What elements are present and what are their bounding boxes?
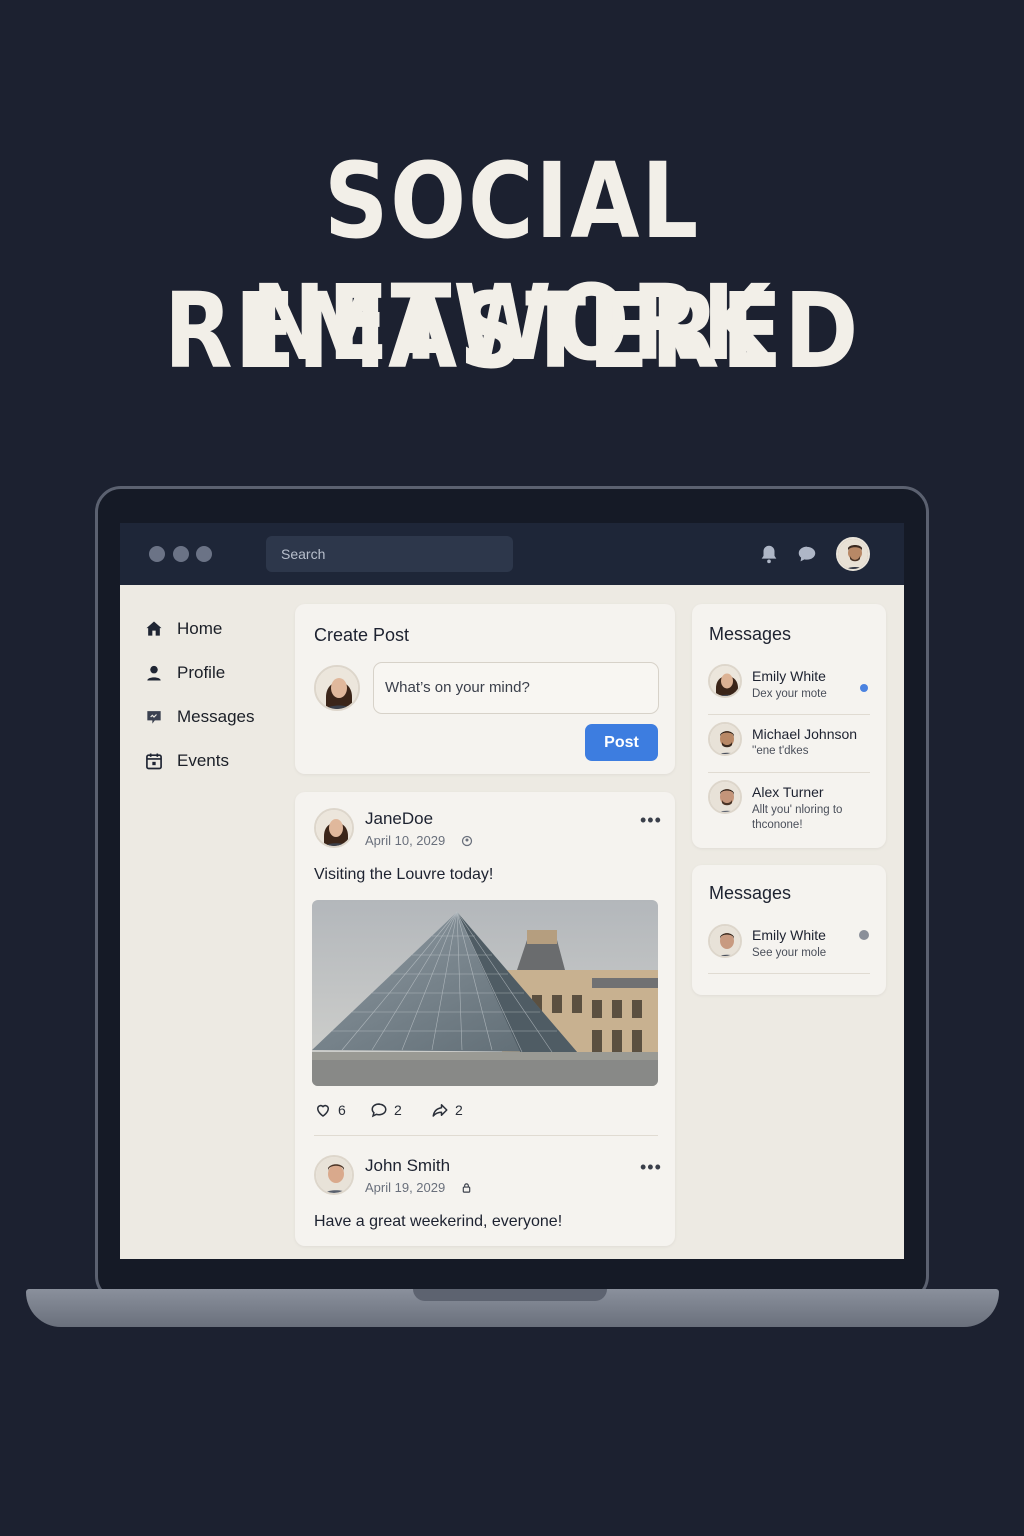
create-post-card: Create Post What’s on your mind? Post — [295, 604, 675, 774]
search-input[interactable]: Search — [266, 536, 513, 572]
sidebar-item-label: Home — [177, 619, 223, 638]
messages-panel-title: Messages — [709, 883, 792, 903]
window-dot-2[interactable] — [173, 546, 189, 562]
sidebar-item-events[interactable]: Events — [144, 751, 229, 771]
post-date: April 19, 2029 — [365, 1180, 446, 1195]
like-button[interactable]: 6 — [314, 1101, 346, 1119]
audience-icon — [461, 835, 473, 847]
read-indicator — [859, 930, 869, 940]
share-button[interactable]: 2 — [431, 1101, 463, 1119]
app-screen: Search Home Profile Messages Events Crea… — [120, 523, 904, 1259]
message-divider — [708, 973, 870, 974]
profile-icon — [147, 665, 161, 681]
post-author-name[interactable]: JaneDoe — [365, 809, 433, 829]
message-sender-name[interactable]: Alex Turner — [752, 784, 824, 800]
post-author-name[interactable]: John Smith — [365, 1156, 450, 1176]
message-avatar[interactable] — [708, 664, 742, 698]
post-button[interactable]: Post — [585, 724, 658, 761]
message-avatar[interactable] — [708, 924, 742, 958]
message-avatar[interactable] — [708, 780, 742, 814]
lock-icon — [462, 1183, 471, 1193]
window-dot-3[interactable] — [196, 546, 212, 562]
message-avatar[interactable] — [708, 722, 742, 756]
more-options-icon[interactable]: ••• — [640, 810, 662, 831]
unread-indicator — [860, 684, 868, 692]
messages-panel-title: Messages — [709, 624, 792, 644]
like-count: 6 — [338, 1102, 346, 1118]
message-divider — [708, 714, 870, 715]
sidebar-item-label: Messages — [177, 707, 255, 726]
create-post-title: Create Post — [314, 625, 410, 645]
composer-avatar — [314, 665, 360, 711]
post-composer-input[interactable]: What’s on your mind? — [373, 662, 659, 714]
message-preview: See your mole — [752, 947, 827, 959]
post-text: Have a great weekerind, everyone! — [314, 1213, 563, 1230]
feed-card: JaneDoe April 10, 2029 ••• Visiting the … — [295, 792, 675, 1246]
laptop-notch — [413, 1289, 607, 1301]
share-count: 2 — [455, 1102, 463, 1118]
heart-icon — [316, 1104, 330, 1117]
messages-panel: Messages Emily White Dex your mote Micha… — [692, 604, 886, 848]
post-text: Visiting the Louvre today! — [314, 866, 494, 883]
message-preview: ''ene t'dkes — [752, 745, 809, 757]
more-options-icon[interactable]: ••• — [640, 1157, 662, 1178]
calendar-icon — [146, 753, 162, 770]
messages-icon — [147, 711, 161, 724]
sidebar-item-profile[interactable]: Profile — [144, 663, 225, 683]
headline-line-2: REMASTERED — [163, 270, 861, 392]
share-icon — [432, 1104, 448, 1117]
home-icon — [146, 621, 162, 636]
sidebar-item-messages[interactable]: Messages — [144, 707, 254, 727]
bell-icon[interactable] — [758, 543, 780, 565]
sidebar-item-home[interactable]: Home — [144, 619, 222, 639]
message-divider — [708, 772, 870, 773]
message-preview: Allt you' nloring to thconone! — [752, 804, 843, 831]
post-author-avatar[interactable] — [314, 1155, 354, 1195]
chat-icon[interactable] — [796, 543, 818, 565]
messages-panel-secondary: Messages Emily White See your mole — [692, 865, 886, 995]
top-bar: Search — [120, 523, 904, 585]
post-author-avatar[interactable] — [314, 808, 354, 848]
message-preview: Dex your mote — [752, 688, 827, 700]
post-date: April 10, 2029 — [365, 833, 446, 848]
comment-icon — [371, 1103, 387, 1118]
comment-count: 2 — [394, 1102, 402, 1118]
sidebar-item-label: Events — [177, 751, 229, 770]
post-photo-louvre[interactable] — [312, 900, 658, 1086]
comment-button[interactable]: 2 — [370, 1101, 402, 1119]
sidebar-item-label: Profile — [177, 663, 226, 682]
message-sender-name[interactable]: Emily White — [752, 927, 826, 943]
post-divider — [314, 1135, 658, 1136]
message-sender-name[interactable]: Emily White — [752, 668, 826, 684]
user-avatar[interactable] — [836, 537, 870, 571]
window-dot-1[interactable] — [149, 546, 165, 562]
message-sender-name[interactable]: Michael Johnson — [752, 726, 857, 742]
